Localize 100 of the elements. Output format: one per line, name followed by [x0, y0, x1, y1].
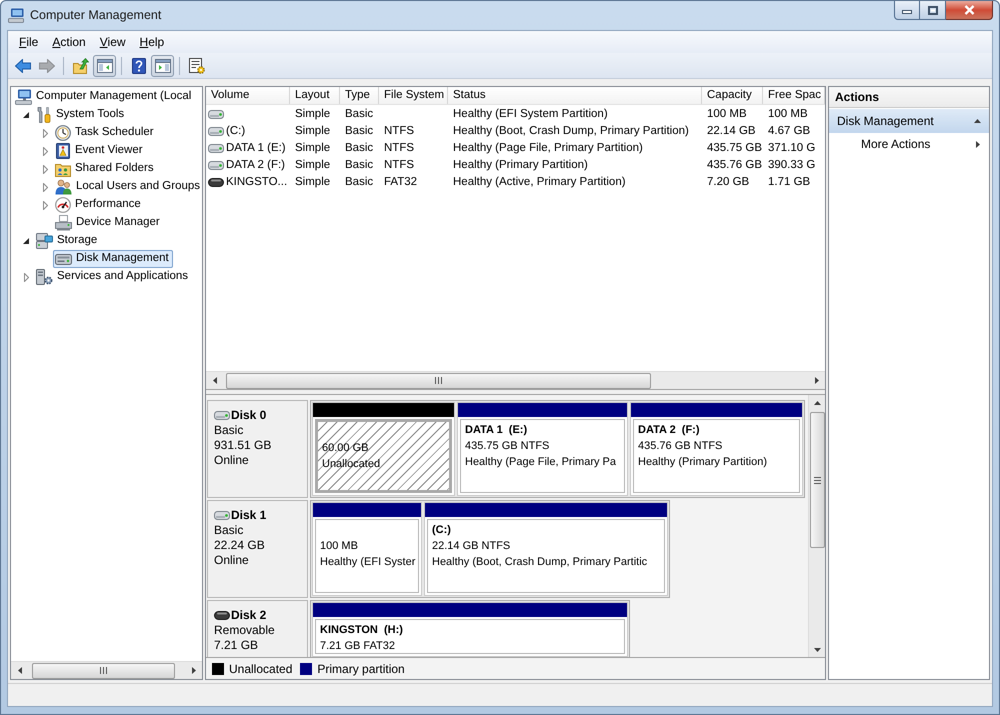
table-cell-text: Simple — [295, 158, 330, 173]
disk-status: Online — [214, 553, 249, 568]
horizontal-scrollbar[interactable] — [11, 661, 202, 679]
tree-item[interactable]: Services and Applications — [34, 268, 192, 286]
log-book-icon — [55, 143, 71, 159]
close-icon — [964, 5, 974, 15]
tree-item[interactable]: Disk Management — [53, 250, 173, 268]
table-cell-text: Healthy (EFI System Partition) — [453, 106, 608, 122]
partition[interactable]: DATA 2 (F:) 435.76 GB NTFS Healthy (Primary Partition) — [630, 402, 803, 496]
action-item[interactable]: More Actions — [829, 133, 989, 155]
table-cell-text: 100 MB — [707, 106, 747, 122]
table-cell-text: Simple — [295, 140, 330, 156]
minimize-button[interactable] — [894, 1, 920, 20]
sheet-gear-icon — [188, 58, 204, 74]
tools-icon — [36, 107, 52, 123]
storage-icon — [36, 233, 53, 249]
partition-name: DATA 2 (F:) — [638, 423, 700, 438]
expand-arrow-icon[interactable] — [24, 272, 28, 282]
maximize-button[interactable] — [920, 1, 946, 20]
column-header[interactable]: Type — [340, 87, 379, 104]
partition-status: Unallocated — [322, 457, 380, 472]
scroll-up-icon[interactable] — [814, 400, 820, 404]
column-header[interactable]: Status — [448, 87, 702, 104]
disk-drive-icon — [55, 254, 72, 264]
collapse-arrow-icon[interactable] — [23, 238, 29, 244]
table-cell-text: 1.71 GB — [768, 174, 810, 190]
panel-right-icon — [154, 58, 170, 72]
toolbar-button[interactable] — [93, 54, 116, 76]
partition-size: 7.21 GB FAT32 — [320, 639, 396, 653]
menu-item[interactable]: Action — [45, 32, 93, 52]
menu-item[interactable]: Help — [132, 32, 172, 52]
partition[interactable]: 60.00 GB Unallocated — [312, 402, 455, 496]
expand-arrow-icon[interactable] — [42, 200, 48, 210]
partition-name: (C:) — [432, 523, 451, 538]
drive-icon — [214, 511, 230, 520]
expand-arrow-icon[interactable] — [42, 128, 48, 138]
actions-header: Actions — [829, 87, 989, 108]
column-header[interactable]: Layout — [290, 87, 340, 104]
scroll-left-icon[interactable] — [212, 377, 216, 384]
column-header[interactable]: Volume — [206, 87, 290, 104]
expand-arrow-icon[interactable] — [42, 146, 48, 156]
disk-type: Basic — [214, 423, 244, 438]
tree-item[interactable]: System Tools — [34, 106, 128, 124]
drive-icon — [208, 127, 224, 136]
drive-icon — [208, 110, 224, 119]
tree-item[interactable]: Shared Folders — [53, 160, 158, 178]
tree-item[interactable]: Task Scheduler — [53, 124, 158, 142]
disk-label-card[interactable]: Disk 0 Basic 931.51 GB Online — [207, 400, 308, 498]
column-header[interactable]: Capacity — [702, 87, 763, 104]
disk-label-card[interactable]: Disk 1 Basic 22.24 GB Online — [207, 500, 308, 598]
scrollbar-thumb[interactable] — [810, 412, 824, 548]
expand-arrow-icon[interactable] — [42, 164, 48, 174]
menu-item[interactable]: View — [92, 32, 133, 52]
scroll-left-icon[interactable] — [18, 667, 22, 674]
table-cell-text: 4.67 GB — [768, 124, 810, 139]
collapse-arrow-icon[interactable] — [23, 112, 29, 118]
partition-size: 100 MB — [320, 539, 358, 554]
table-cell-text: NTFS — [384, 124, 414, 139]
column-header[interactable]: File System — [379, 87, 448, 104]
scroll-down-icon[interactable] — [814, 648, 820, 652]
partition[interactable]: (C:) 22.14 GB NTFS Healthy (Boot, Crash Dump, Primary Partitic — [424, 502, 668, 596]
tree-item[interactable]: Device Manager — [53, 214, 164, 232]
forward-arrow-icon — [38, 58, 54, 72]
disk-type: Basic — [214, 523, 244, 538]
table-cell-text: Basic — [345, 174, 374, 190]
scroll-right-icon[interactable] — [814, 377, 818, 384]
table-cell-text: Healthy (Page File, Primary Partition) — [453, 140, 643, 156]
tree-item[interactable]: Storage — [34, 232, 102, 250]
table-cell-text: (C:) — [226, 124, 246, 139]
partition[interactable]: 100 MB Healthy (EFI Syster — [312, 502, 422, 596]
clock-icon — [55, 125, 71, 141]
partition[interactable]: KINGSTON (H:) 7.21 GB FAT32 — [312, 602, 628, 657]
table-cell-text: Healthy (Boot, Crash Dump, Primary Partition) — [453, 124, 689, 139]
horizontal-scrollbar[interactable] — [206, 371, 825, 389]
column-header[interactable]: Free Spac — [763, 87, 825, 104]
partition[interactable]: DATA 1 (E:) 435.75 GB NTFS Healthy (Page File, Primary Pa — [457, 402, 628, 496]
action-section[interactable]: Disk Management — [829, 109, 989, 133]
scrollbar-thumb[interactable] — [226, 372, 651, 388]
expand-arrow-icon[interactable] — [42, 182, 48, 192]
scrollbar-thumb[interactable] — [32, 662, 175, 678]
toolbar-button[interactable] — [151, 54, 174, 76]
tree-item[interactable]: Computer Management (Local — [13, 88, 196, 106]
disk-size: 931.51 GB — [214, 438, 272, 453]
caret-up-icon[interactable] — [974, 119, 981, 123]
tree-item[interactable]: Performance — [53, 196, 145, 214]
table-cell-text: NTFS — [384, 158, 414, 173]
close-button[interactable] — [946, 1, 993, 20]
caret-right-icon[interactable] — [976, 140, 980, 148]
disk-label-card[interactable]: Disk 2 Removable 7.21 GB — [207, 600, 308, 657]
menu-item[interactable]: File — [12, 32, 46, 52]
table-cell-text: Simple — [295, 124, 330, 139]
tree-item[interactable]: Event Viewer — [53, 142, 147, 160]
partition-status: Healthy (Page File, Primary Pa — [465, 455, 616, 470]
legend-label: Unallocated — [229, 660, 292, 678]
partition-size: 22.14 GB NTFS — [432, 539, 510, 554]
tree-item[interactable]: Local Users and Groups — [53, 178, 202, 196]
vertical-scrollbar[interactable] — [808, 395, 825, 657]
drive-icon — [208, 161, 224, 170]
scroll-right-icon[interactable] — [192, 667, 196, 674]
users-icon — [55, 179, 72, 195]
